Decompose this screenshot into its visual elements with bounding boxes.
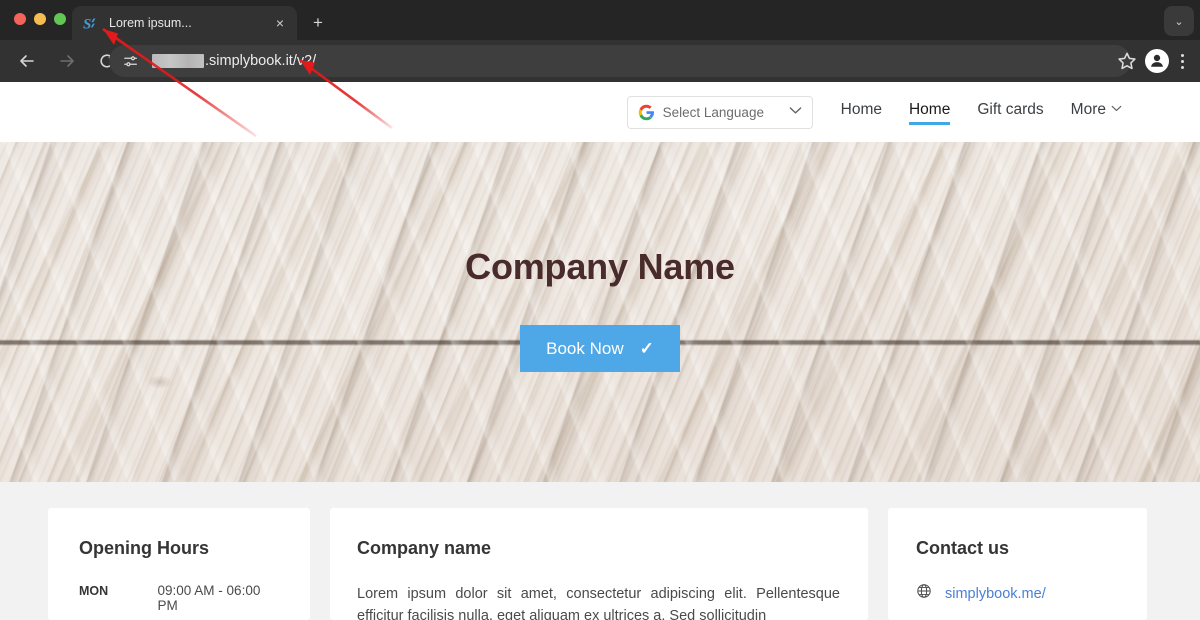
forward-button[interactable] bbox=[50, 44, 84, 78]
browser-tab[interactable]: S Lorem ipsum... × bbox=[72, 6, 297, 40]
company-card-text: Lorem ipsum dolor sit amet, consectetur … bbox=[357, 586, 840, 620]
site-nav: Home Home Gift cards More bbox=[841, 101, 1122, 125]
star-icon[interactable] bbox=[1116, 50, 1138, 72]
globe-icon bbox=[916, 583, 932, 604]
kebab-dot bbox=[1180, 53, 1184, 57]
close-tab-icon[interactable]: × bbox=[271, 16, 289, 30]
new-tab-button[interactable]: + bbox=[306, 11, 330, 35]
contact-website-link[interactable]: simplybook.me/ bbox=[945, 586, 1046, 602]
profile-avatar[interactable] bbox=[1145, 49, 1169, 73]
site-header: Select Language Home Home Gift cards Mor… bbox=[0, 82, 1200, 142]
company-card: Company name Lorem ipsum dolor sit amet,… bbox=[330, 508, 868, 620]
book-now-button[interactable]: Book Now ✓ bbox=[520, 325, 680, 372]
close-window-button[interactable] bbox=[14, 13, 26, 25]
nav-item-more[interactable]: More bbox=[1071, 101, 1122, 124]
contact-website-row: simplybook.me/ bbox=[916, 583, 1119, 604]
url-text-wrap[interactable]: .simplybook.it/v2/ bbox=[152, 53, 316, 69]
language-selector[interactable]: Select Language bbox=[626, 95, 813, 129]
tune-icon[interactable] bbox=[117, 48, 143, 74]
hero-title: Company Name bbox=[465, 246, 735, 287]
book-now-label: Book Now bbox=[546, 338, 624, 358]
contact-card-title: Contact us bbox=[916, 538, 1010, 558]
minimize-window-button[interactable] bbox=[34, 13, 46, 25]
kebab-dot bbox=[1180, 65, 1184, 69]
chevron-down-icon[interactable]: ⌄ bbox=[1164, 6, 1194, 36]
kebab-menu-icon[interactable] bbox=[1172, 49, 1192, 73]
screenshot-root: S Lorem ipsum... × + ⌄ .simplybook.it/v2… bbox=[0, 0, 1200, 620]
google-g-icon bbox=[638, 104, 655, 121]
opening-hours-day: MON bbox=[79, 584, 109, 598]
simplybook-s-icon: S bbox=[82, 15, 99, 32]
browser-toolbar: .simplybook.it/v2/ bbox=[0, 40, 1200, 82]
contact-card: Contact us simplybook.me/ bbox=[888, 508, 1147, 620]
tab-strip: S Lorem ipsum... × + ⌄ bbox=[0, 0, 1200, 40]
tab-title: Lorem ipsum... bbox=[109, 16, 192, 30]
chevron-down-icon bbox=[789, 106, 802, 118]
opening-hours-time: 09:00 AM - 06:00 PM bbox=[157, 583, 261, 613]
hero-banner: Company Name Book Now ✓ bbox=[0, 142, 1200, 482]
chevron-down-icon bbox=[1111, 104, 1122, 115]
svg-text:S: S bbox=[83, 16, 91, 32]
url-text: .simplybook.it/v2/ bbox=[205, 53, 317, 69]
nav-item-gift-cards[interactable]: Gift cards bbox=[977, 101, 1043, 124]
back-button[interactable] bbox=[10, 44, 44, 78]
company-card-title: Company name bbox=[357, 538, 492, 558]
address-bar[interactable]: .simplybook.it/v2/ bbox=[109, 45, 1131, 77]
maximize-window-button[interactable] bbox=[54, 13, 66, 25]
window-controls[interactable] bbox=[14, 13, 66, 25]
browser-chrome: S Lorem ipsum... × + ⌄ .simplybook.it/v2… bbox=[0, 0, 1200, 82]
redacted-subdomain bbox=[152, 54, 204, 68]
info-cards-section: Opening Hours MON 09:00 AM - 06:00 PM Co… bbox=[0, 482, 1200, 620]
opening-hours-row: MON 09:00 AM - 06:00 PM bbox=[79, 583, 282, 613]
check-icon: ✓ bbox=[639, 338, 654, 358]
web-page: Select Language Home Home Gift cards Mor… bbox=[0, 82, 1200, 620]
nav-item-home-2[interactable]: Home bbox=[908, 101, 951, 125]
nav-item-more-label: More bbox=[1070, 100, 1106, 118]
kebab-dot bbox=[1180, 59, 1184, 63]
nav-item-home-1[interactable]: Home bbox=[841, 101, 882, 124]
opening-hours-card: Opening Hours MON 09:00 AM - 06:00 PM bbox=[48, 508, 310, 620]
opening-hours-title: Opening Hours bbox=[79, 538, 209, 558]
language-selector-label: Select Language bbox=[662, 104, 764, 120]
